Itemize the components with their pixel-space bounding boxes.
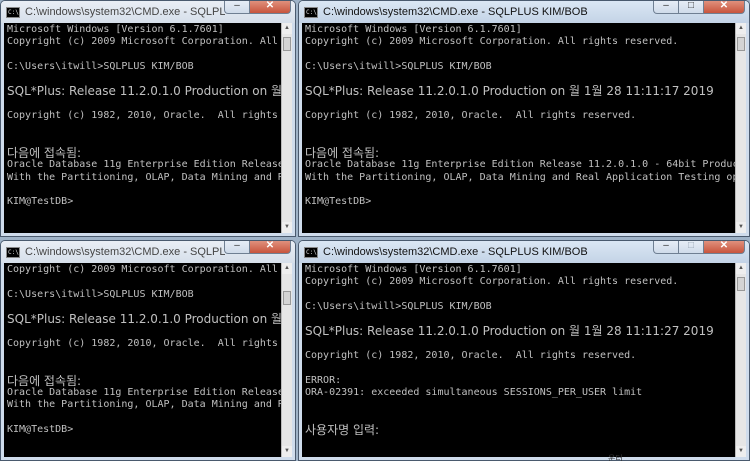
scroll-down-arrow-icon[interactable]: ▼ bbox=[736, 446, 746, 457]
title-bar[interactable]: C:\ C:\windows\system32\CMD.exe - SQLPLU… bbox=[1, 241, 295, 263]
console-output[interactable]: Microsoft Windows [Version 6.1.7601] Copy… bbox=[302, 23, 735, 233]
console-line: With the Partitioning, OLAP, Data Mining… bbox=[7, 171, 281, 183]
minimize-button[interactable]: – bbox=[653, 241, 679, 254]
console-line: C:\Users\itwill>SQLPLUS KIM/BOB bbox=[7, 288, 194, 300]
cmd-icon: C:\ bbox=[6, 246, 20, 258]
scroll-up-arrow-icon[interactable]: ▲ bbox=[736, 23, 746, 34]
vertical-scrollbar[interactable]: ▲ ▼ bbox=[735, 23, 746, 233]
window-title: C:\windows\system32\CMD.exe - SQLPLUS KI… bbox=[25, 6, 225, 18]
cmd-window-4[interactable]: C:\ C:\windows\system32\CMD.exe - SQLPLU… bbox=[298, 240, 750, 461]
console-output[interactable]: Microsoft Windows [Version 6.1.7601] Copy… bbox=[302, 263, 735, 457]
title-bar[interactable]: C:\ C:\windows\system32\CMD.exe - SQLPLU… bbox=[299, 1, 749, 23]
console-line: With the Partitioning, OLAP, Data Mining… bbox=[305, 171, 735, 183]
console-line: Copyright (c) 1982, 2010, Oracle. All ri… bbox=[305, 350, 637, 362]
console-line: Microsoft Windows [Version 6.1.7601] bbox=[7, 24, 224, 35]
console-line: Copyright (c) 1982, 2010, Oracle. All ri… bbox=[7, 337, 278, 349]
console-line: Oracle Database 11g Enterprise Edition R… bbox=[7, 386, 281, 398]
window-title: C:\windows\system32\CMD.exe - SQLPLUS KI… bbox=[323, 6, 588, 18]
console-line: Oracle Database 11g Enterprise Edition R… bbox=[7, 159, 281, 171]
console-line: With the Partitioning, OLAP, Data Mining… bbox=[7, 399, 281, 411]
console-line: Copyright (c) 2009 Microsoft Corporation… bbox=[305, 276, 679, 288]
title-bar[interactable]: C:\ C:\windows\system32\CMD.exe - SQLPLU… bbox=[1, 1, 295, 23]
console-line: Copyright (c) 2009 Microsoft Corporation… bbox=[7, 36, 278, 48]
maximize-button[interactable]: □ bbox=[678, 241, 704, 254]
cmd-icon: C:\ bbox=[6, 6, 20, 18]
console-line: ORA-02391: exceeded simultaneous SESSION… bbox=[305, 386, 643, 398]
console-line: Copyright (c) 1982, 2010, Oracle. All ri… bbox=[305, 110, 637, 122]
vertical-scrollbar[interactable]: ▲ ▼ bbox=[281, 263, 292, 457]
title-bar[interactable]: C:\ C:\windows\system32\CMD.exe - SQLPLU… bbox=[299, 241, 749, 263]
scroll-thumb[interactable] bbox=[737, 277, 745, 291]
console-line: SQL*Plus: Release 11.2.0.1.0 Production … bbox=[7, 84, 281, 99]
console-line: Microsoft Windows [Version 6.1.7601] bbox=[305, 24, 522, 35]
scroll-down-arrow-icon[interactable]: ▼ bbox=[282, 222, 292, 233]
console-output[interactable]: Copyright (c) 2009 Microsoft Corporation… bbox=[4, 263, 281, 457]
console-line: C:\Users\itwill>SQLPLUS KIM/BOB bbox=[305, 300, 492, 312]
minimize-button[interactable]: – bbox=[224, 241, 250, 254]
console-line: 다음에 접속됨: bbox=[305, 145, 380, 160]
close-button[interactable]: ✕ bbox=[703, 1, 745, 14]
console-line: C:\Users\itwill>SQLPLUS KIM/BOB bbox=[7, 60, 194, 72]
console-line: 다음에 접속됨: bbox=[7, 373, 82, 388]
console-line: KIM@TestDB> bbox=[7, 423, 74, 435]
console-line: KIM@TestDB> bbox=[7, 196, 74, 208]
cmd-window-2[interactable]: C:\ C:\windows\system32\CMD.exe - SQLPLU… bbox=[298, 0, 750, 237]
console-line: SQL*Plus: Release 11.2.0.1.0 Production … bbox=[305, 324, 714, 339]
console-line: KIM@TestDB> bbox=[305, 196, 372, 208]
console-line: Microsoft Windows [Version 6.1.7601] bbox=[305, 264, 522, 275]
window-title: C:\windows\system32\CMD.exe - SQLPLUS KI… bbox=[323, 246, 588, 258]
console-line: SQL*Plus: Release 11.2.0.1.0 Production … bbox=[305, 84, 714, 99]
console-line: Copyright (c) 2009 Microsoft Corporation… bbox=[7, 264, 278, 275]
cmd-icon: C:\ bbox=[304, 246, 318, 258]
cmd-window-3[interactable]: C:\ C:\windows\system32\CMD.exe - SQLPLU… bbox=[0, 240, 296, 461]
taskbar-fragment: 운터 bbox=[608, 454, 623, 461]
console-line: Copyright (c) 2009 Microsoft Corporation… bbox=[305, 36, 679, 48]
close-button[interactable]: ✕ bbox=[703, 241, 745, 254]
scroll-thumb[interactable] bbox=[737, 37, 745, 51]
vertical-scrollbar[interactable]: ▲ ▼ bbox=[281, 23, 292, 233]
cmd-window-1[interactable]: C:\ C:\windows\system32\CMD.exe - SQLPLU… bbox=[0, 0, 296, 237]
console-line: 다음에 접속됨: bbox=[7, 145, 82, 160]
scroll-thumb[interactable] bbox=[283, 291, 291, 305]
minimize-button[interactable]: – bbox=[653, 1, 679, 14]
maximize-button[interactable]: □ bbox=[678, 1, 704, 14]
console-line: SQL*Plus: Release 11.2.0.1.0 Production … bbox=[7, 312, 281, 327]
console-line: ERROR: bbox=[305, 374, 342, 386]
console-line: Oracle Database 11g Enterprise Edition R… bbox=[305, 159, 735, 171]
scroll-down-arrow-icon[interactable]: ▼ bbox=[282, 446, 292, 457]
vertical-scrollbar[interactable]: ▲ ▼ bbox=[735, 263, 746, 457]
scroll-up-arrow-icon[interactable]: ▲ bbox=[736, 263, 746, 274]
close-button[interactable]: ✕ bbox=[249, 241, 291, 254]
window-title: C:\windows\system32\CMD.exe - SQLPLUS KI… bbox=[25, 246, 225, 258]
scroll-up-arrow-icon[interactable]: ▲ bbox=[282, 23, 292, 34]
close-button[interactable]: ✕ bbox=[249, 1, 291, 14]
console-line: 사용자명 입력: bbox=[305, 422, 380, 437]
minimize-button[interactable]: – bbox=[224, 1, 250, 14]
console-line: Copyright (c) 1982, 2010, Oracle. All ri… bbox=[7, 110, 278, 122]
console-output[interactable]: Microsoft Windows [Version 6.1.7601] Copy… bbox=[4, 23, 281, 233]
scroll-up-arrow-icon[interactable]: ▲ bbox=[282, 263, 292, 274]
console-line: C:\Users\itwill>SQLPLUS KIM/BOB bbox=[305, 60, 492, 72]
cmd-icon: C:\ bbox=[304, 6, 318, 18]
scroll-down-arrow-icon[interactable]: ▼ bbox=[736, 222, 746, 233]
scroll-thumb[interactable] bbox=[283, 37, 291, 51]
